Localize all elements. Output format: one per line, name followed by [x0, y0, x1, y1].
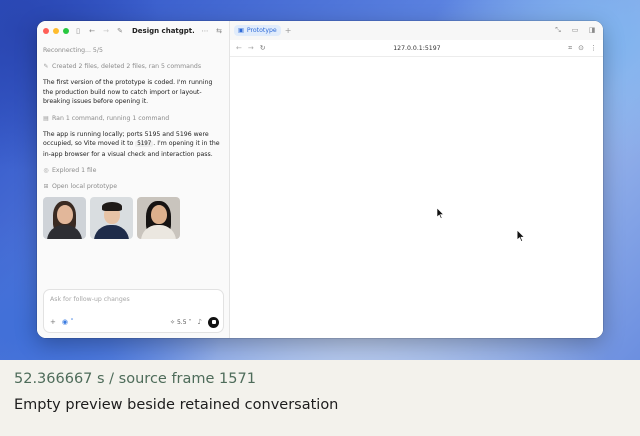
action-summary-explored[interactable]: ◎ Explored 1 file: [43, 166, 223, 175]
pencil-icon: ✎: [43, 63, 49, 70]
grid-icon: ⊞: [43, 183, 49, 190]
action-summary-commands[interactable]: ▤ Ran 1 command, running 1 command: [43, 114, 223, 123]
avatar-thumbnail[interactable]: [137, 197, 180, 239]
desktop-background: ▯ ← → ✎ Design chatgpt.... ⋯ ⇆ Reconnect…: [0, 0, 640, 360]
more-options-icon[interactable]: ⋮: [590, 44, 597, 53]
chat-title[interactable]: Design chatgpt....: [132, 27, 194, 35]
caption-panel: 52.366667 s / source frame 1571 Empty pr…: [0, 360, 640, 436]
preview-viewport[interactable]: [230, 57, 603, 338]
globe-icon: ◎: [43, 167, 49, 174]
app-window-icon: ▣: [238, 27, 244, 34]
back-arrow-icon[interactable]: ←: [87, 27, 97, 35]
follow-up-input[interactable]: [50, 296, 210, 303]
panel-icon[interactable]: ▭: [570, 27, 580, 34]
stop-button[interactable]: [208, 316, 219, 328]
avatar-thumbnail[interactable]: [43, 197, 86, 239]
action-summary-files[interactable]: ✎ Created 2 files, deleted 2 files, ran …: [43, 62, 223, 71]
port-code: 5197: [135, 141, 154, 147]
close-window-button[interactable]: [43, 28, 49, 34]
chat-log: Reconnecting... 5/5 ✎ Created 2 files, d…: [37, 41, 229, 239]
minimize-window-button[interactable]: [53, 28, 59, 34]
caption-timestamp: 52.366667 s / source frame 1571: [14, 371, 256, 387]
terminal-icon: ▤: [43, 114, 49, 122]
composer-toolbar: + ◉ ˅ ✧ 5.5 ˅ ♪: [50, 316, 219, 328]
left-titlebar: ▯ ← → ✎ Design chatgpt.... ⋯ ⇆: [37, 21, 229, 41]
screenshot-icon[interactable]: ⌗: [568, 44, 572, 53]
url-field[interactable]: 127.0.0.1:5197: [272, 45, 563, 52]
composer: + ◉ ˅ ✧ 5.5 ˅ ♪: [43, 289, 224, 333]
chevron-down-icon: ˅: [188, 318, 192, 326]
zoom-window-button[interactable]: [63, 28, 69, 34]
new-tab-button[interactable]: +: [285, 26, 292, 35]
address-bar: ← → ↻ 127.0.0.1:5197 ⌗ ⊙ ⋮: [230, 40, 603, 57]
sparkle-icon: ✧: [169, 318, 175, 326]
caption-description: Empty preview beside retained conversati…: [14, 397, 339, 413]
action-open-prototype[interactable]: ⊞ Open local prototype: [43, 182, 223, 191]
add-attachment-button[interactable]: +: [50, 318, 56, 326]
back-arrow-icon[interactable]: ←: [236, 44, 242, 52]
browser-pane: ▣ Prototype + ⤡ ▭ ◨ ← → ↻ 127.0.0.1:5197…: [230, 21, 603, 338]
sidebar-toggle-icon[interactable]: ▯: [73, 27, 83, 35]
model-selector[interactable]: ✧ 5.5 ˅: [170, 319, 192, 326]
app-window: ▯ ← → ✎ Design chatgpt.... ⋯ ⇆ Reconnect…: [37, 21, 603, 338]
stop-icon: [211, 320, 216, 324]
split-view-icon[interactable]: ⇆: [214, 27, 224, 35]
microphone-icon[interactable]: ♪: [198, 318, 202, 326]
assistant-message: The app is running locally; ports 5195 a…: [43, 130, 220, 158]
avatar-thumbnails: [43, 197, 223, 239]
more-options-icon[interactable]: ⋯: [200, 27, 210, 35]
tab-prototype[interactable]: ▣ Prototype: [234, 25, 281, 36]
browser-tabbar: ▣ Prototype + ⤡ ▭ ◨: [230, 21, 603, 40]
forward-arrow-icon[interactable]: →: [248, 44, 254, 52]
conversation-pane: ▯ ← → ✎ Design chatgpt.... ⋯ ⇆ Reconnect…: [37, 21, 230, 338]
collapse-icon[interactable]: ⤡: [553, 27, 563, 34]
inspect-icon[interactable]: ⊙: [578, 44, 584, 53]
assistant-message: The first version of the prototype is co…: [43, 79, 213, 105]
reload-icon[interactable]: ↻: [260, 44, 266, 52]
permissions-dropdown[interactable]: ◉ ˅: [62, 318, 74, 326]
avatar-thumbnail[interactable]: [90, 197, 133, 239]
reconnect-status: Reconnecting... 5/5: [43, 47, 103, 54]
forward-arrow-icon[interactable]: →: [101, 27, 111, 35]
new-chat-icon[interactable]: ✎: [115, 27, 125, 35]
sidebar-right-icon[interactable]: ◨: [587, 27, 597, 34]
